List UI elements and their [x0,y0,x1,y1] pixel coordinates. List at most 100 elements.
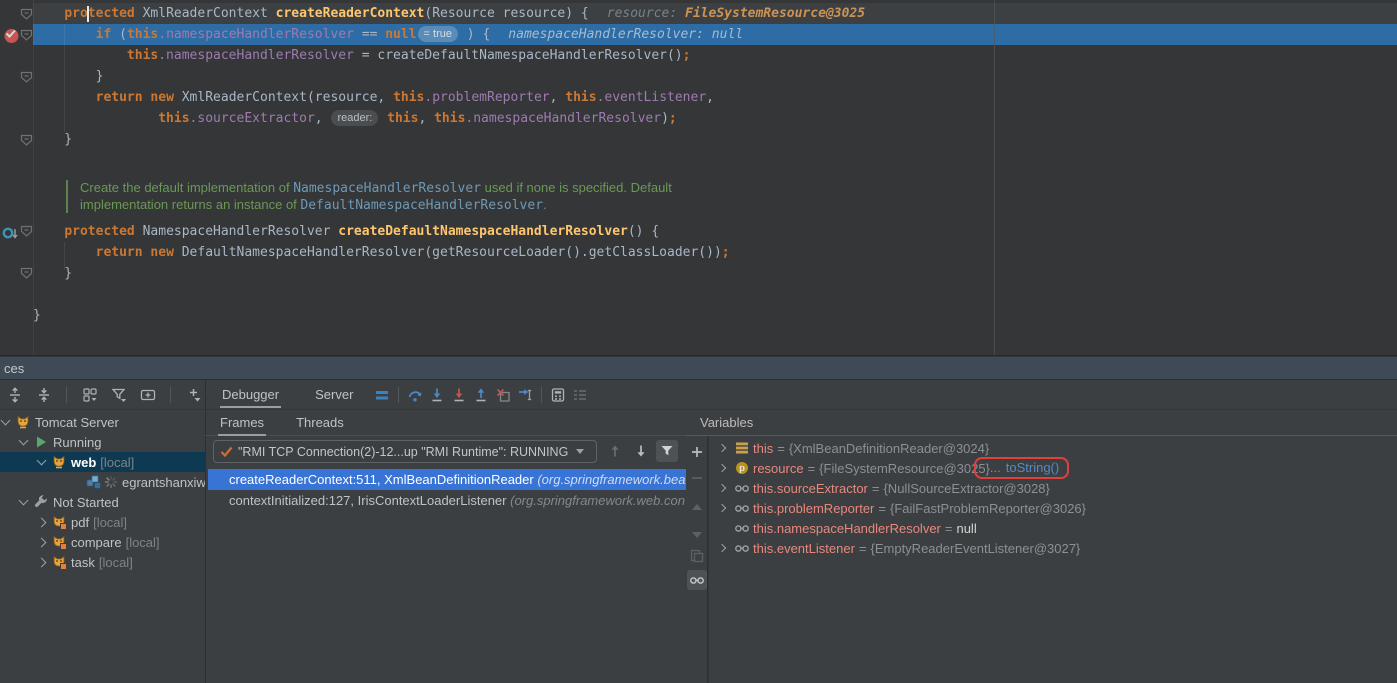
collapse-all-icon[interactable] [33,384,55,406]
filter-icon[interactable] [108,384,130,406]
code-line[interactable]: protected XmlReaderContext createReaderC… [33,3,865,24]
code-editor[interactable]: protected XmlReaderContext createReaderC… [0,0,1397,356]
tree-item-web[interactable]: web[local] [0,452,205,472]
tostring-link[interactable]: toString() [1006,460,1059,475]
chevron-placeholder [718,524,726,532]
stack-frame-row[interactable]: contextInitialized:127, IrisContextLoade… [208,490,686,511]
execution-point-icon[interactable] [371,384,393,406]
fold-marker-icon[interactable] [20,71,33,84]
code-line[interactable]: this.namespaceHandlerResolver = createDe… [33,45,690,66]
tree-item-egrantshanxiweb[interactable]: egrantshanxiweb [0,472,205,492]
add-icon[interactable] [183,384,205,406]
chevron-right-icon[interactable] [718,484,726,492]
variable-value: null [956,521,976,536]
duplicate-icon[interactable] [687,546,707,566]
variable-row[interactable]: this.sourceExtractor={NullSourceExtracto… [709,478,1397,498]
filter-icon[interactable] [656,440,678,462]
tree-item-task[interactable]: task[local] [0,552,205,572]
step-into-icon[interactable] [426,384,448,406]
overriding-method-icon[interactable] [2,226,20,242]
expand-all-icon[interactable] [4,384,26,406]
code-line[interactable]: } [33,129,72,150]
tree-item-compare[interactable]: compare[local] [0,532,205,552]
fold-marker-icon[interactable] [20,225,33,238]
move-up-icon[interactable] [687,498,707,518]
fold-marker-icon[interactable] [20,267,33,280]
chevron-right-icon[interactable] [718,504,726,512]
variable-row[interactable]: this.namespaceHandlerResolver=null [709,518,1397,538]
variable-row[interactable]: presource={FileSystemResource@3025}...to… [709,458,1397,478]
code-line[interactable]: this.sourceExtractor, reader: this, this… [33,108,677,129]
code-line[interactable]: if (this.namespaceHandlerResolver == nul… [33,24,743,45]
arrow-down-icon[interactable] [630,440,652,462]
play-icon [33,434,49,450]
tree-item-suffix: [local] [100,455,134,470]
chevron-right-icon[interactable] [37,557,47,567]
code-token: NamespaceHandlerResolver [135,224,339,239]
fold-marker-icon[interactable] [20,8,33,21]
chevron-right-icon[interactable] [718,444,726,452]
variable-name: this.eventListener [753,541,855,556]
variable-row[interactable]: this={XmlBeanDefinitionReader@3024} [709,438,1397,458]
code-line[interactable]: } [33,66,103,87]
thread-selector-dropdown[interactable]: "RMI TCP Connection(2)-12...up "RMI Runt… [213,440,597,463]
tab-threads[interactable]: Threads [292,408,348,437]
code-token: this [434,111,465,126]
run-to-cursor-icon[interactable] [514,384,536,406]
tool-window-header[interactable]: ces [0,357,1397,380]
group-by-icon[interactable] [79,384,101,406]
code-line[interactable]: protected NamespaceHandlerResolver creat… [33,221,659,242]
tab-frames[interactable]: Frames [216,408,268,437]
chevron-down-icon[interactable] [1,416,11,426]
code-line[interactable]: } [33,305,41,326]
breakpoint-verified-icon[interactable] [3,27,20,44]
step-out-icon[interactable] [470,384,492,406]
tree-item-not-started[interactable]: Not Started [0,492,205,512]
code-token: ; [683,48,691,63]
step-over-icon[interactable] [404,384,426,406]
chevron-right-icon[interactable] [37,537,47,547]
remove-watch-icon[interactable] [687,468,707,488]
variable-row[interactable]: this.problemReporter={FailFastProblemRep… [709,498,1397,518]
tree-item-pdf[interactable]: pdf[local] [0,512,205,532]
chevron-down-icon[interactable] [19,436,29,446]
stack-frame-row[interactable]: createReaderContext:511, XmlBeanDefiniti… [208,469,686,490]
code-line[interactable]: } [33,263,72,284]
variables-title: Variables [700,415,753,430]
tab-server[interactable]: Server [311,380,357,409]
fold-marker-icon[interactable] [20,134,33,147]
drop-frame-icon[interactable] [492,384,514,406]
tab-debugger[interactable]: Debugger [218,380,283,409]
layout-disabled-icon[interactable] [569,384,591,406]
show-watches-icon[interactable] [687,570,707,590]
right-margin-guide [994,0,995,356]
watch-variable-icon [734,480,750,496]
rendered-doc-bar [66,180,68,213]
chevron-down-icon[interactable] [37,456,47,466]
chevron-down-icon[interactable] [19,496,29,506]
code-line[interactable]: return new XmlReaderContext(resource, th… [33,87,714,108]
code-token: .sourceExtractor [190,111,315,126]
fold-marker-icon[interactable] [20,29,33,42]
variable-row[interactable]: this.eventListener={EmptyReaderEventList… [709,538,1397,558]
chevron-right-icon[interactable] [37,517,47,527]
chevron-right-icon[interactable] [718,464,726,472]
loading-spinner-icon [103,474,119,490]
rendered-doc-comment-line[interactable]: Create the default implementation of Nam… [80,179,672,196]
move-down-icon[interactable] [687,524,707,544]
arrow-up-icon[interactable] [604,440,626,462]
force-step-into-icon[interactable] [448,384,470,406]
code-token [33,27,96,42]
code-token: , [706,90,714,105]
tree-item-tomcat-server[interactable]: Tomcat Server [0,412,205,432]
code-token: protected [64,224,134,239]
add-tab-icon[interactable] [137,384,159,406]
code-token: this [158,111,189,126]
tree-item-running[interactable]: Running [0,432,205,452]
debugger-tab-bar: Debugger Server [205,380,1397,410]
add-watch-icon[interactable] [687,442,707,462]
chevron-right-icon[interactable] [718,544,726,552]
evaluate-icon[interactable] [547,384,569,406]
code-line[interactable]: return new DefaultNamespaceHandlerResolv… [33,242,730,263]
rendered-doc-comment-line[interactable]: implementation returns an instance of De… [80,196,547,213]
